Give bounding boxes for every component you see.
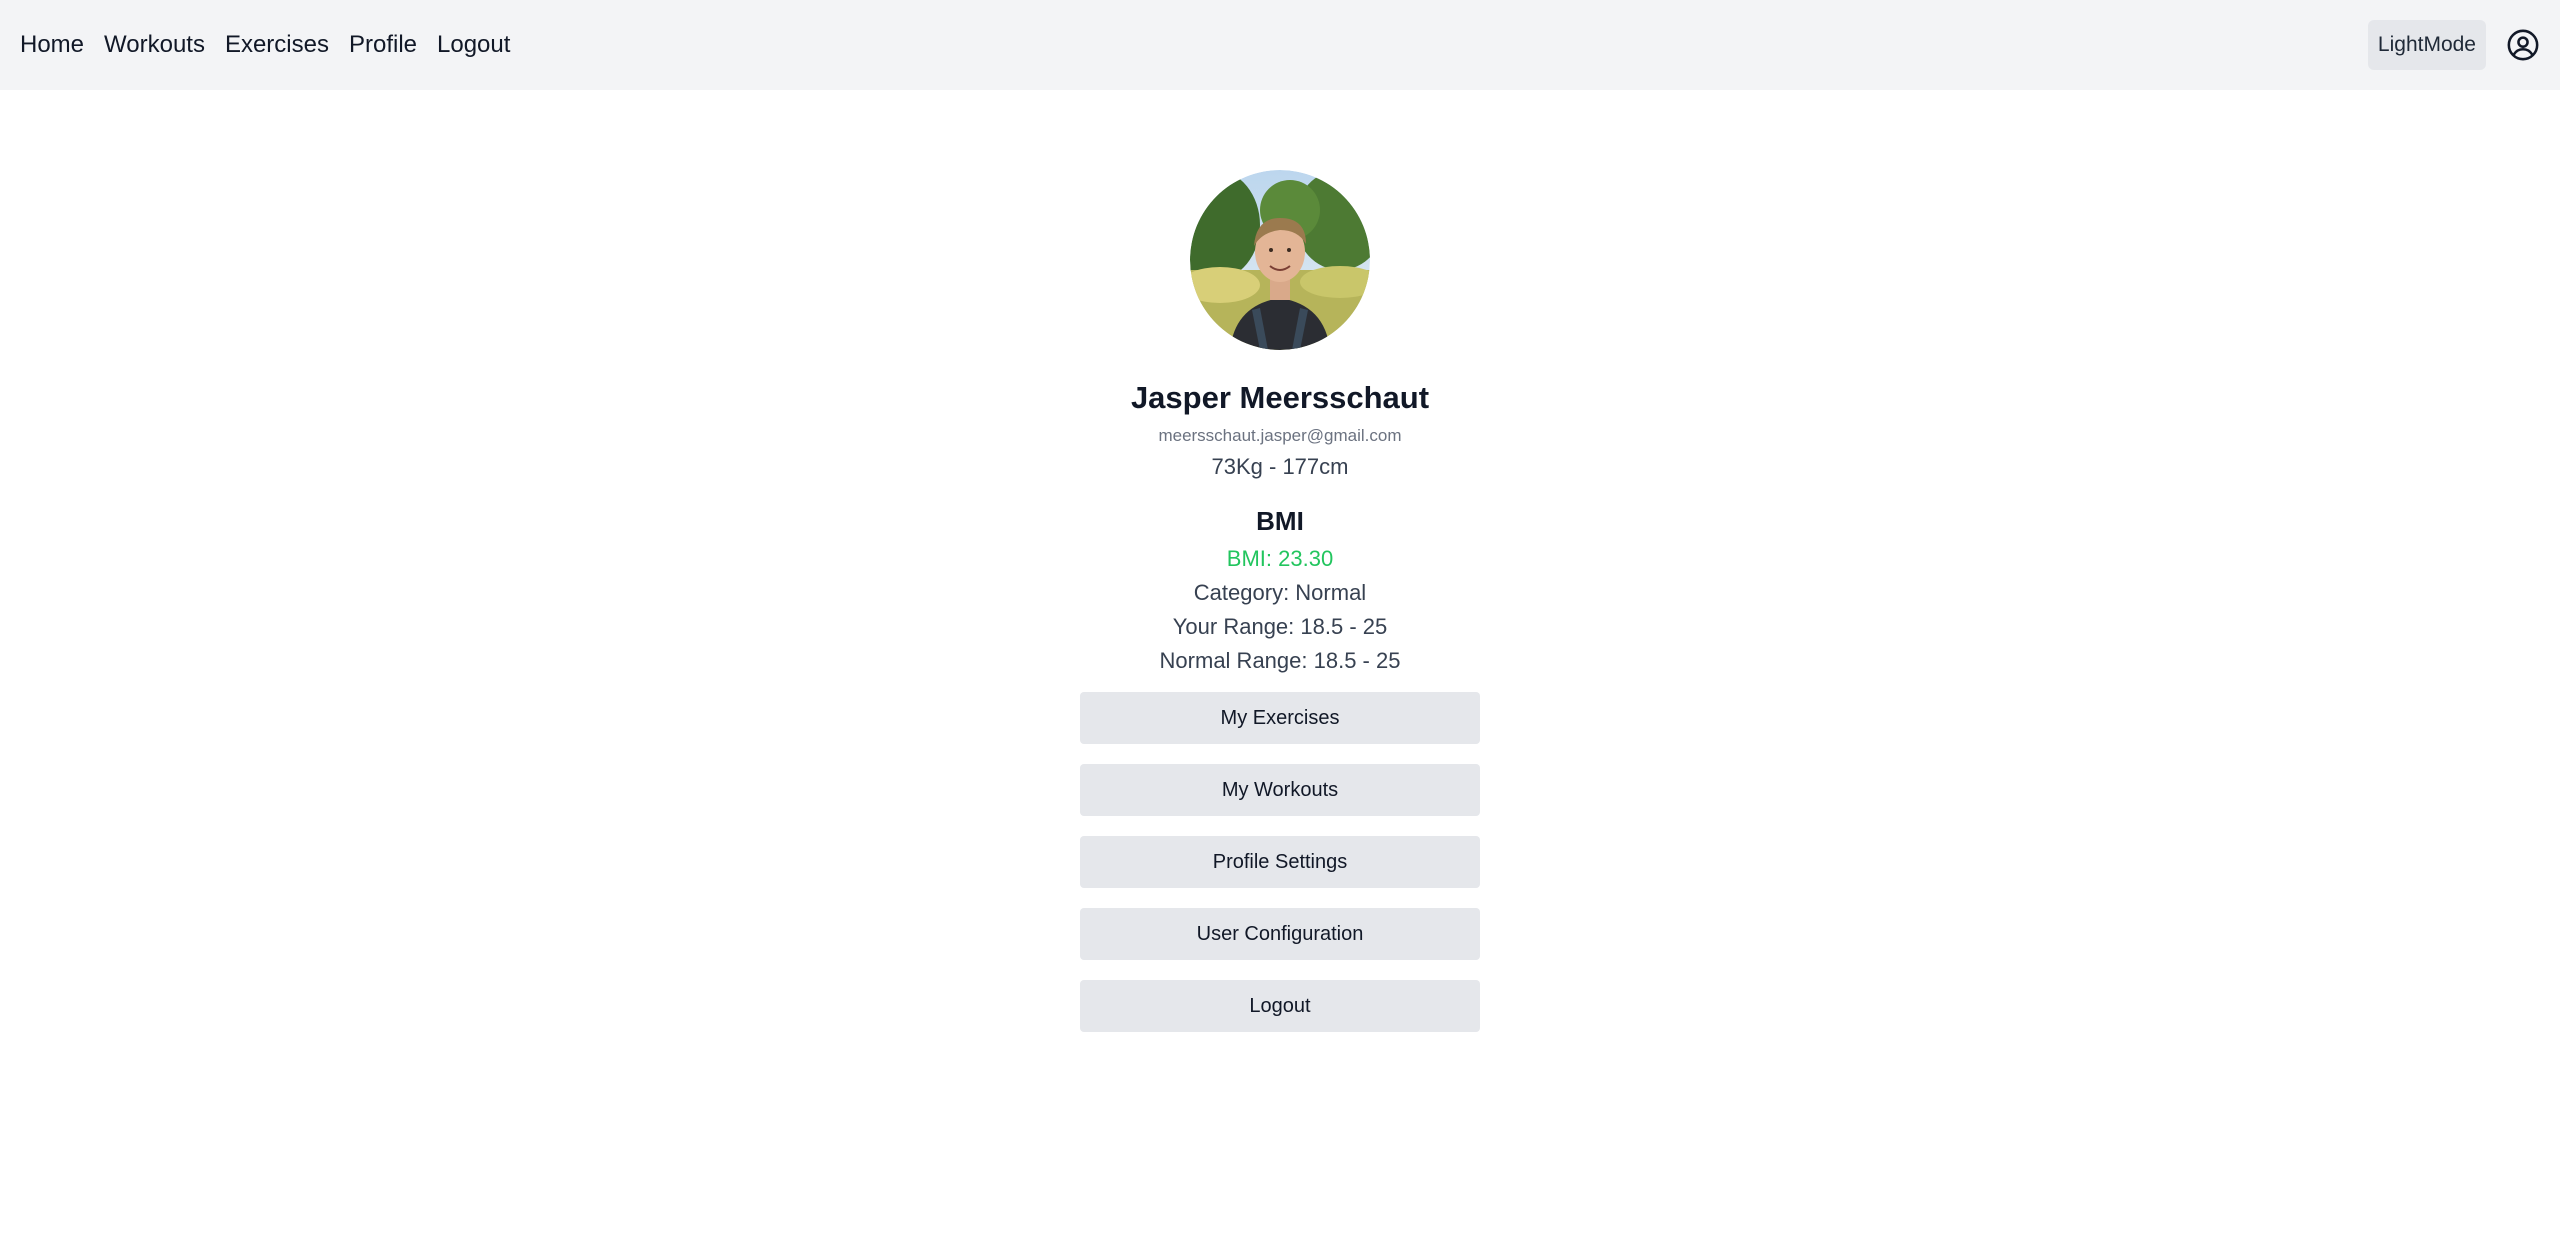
my-workouts-button[interactable]: My Workouts — [1080, 764, 1480, 816]
user-configuration-button[interactable]: User Configuration — [1080, 908, 1480, 960]
logout-button[interactable]: Logout — [1080, 980, 1480, 1032]
bmi-value: BMI: 23.30 — [1226, 546, 1334, 571]
theme-mode-button[interactable]: LightMode — [2367, 20, 2486, 70]
nav-link-profile[interactable]: Profile — [349, 33, 417, 57]
top-navbar: Home Workouts Exercises Profile Logout L… — [0, 0, 2560, 90]
profile-section: Jasper Meersschaut meersschaut.jasper@gm… — [0, 90, 2560, 1052]
bmi-heading: BMI — [1256, 506, 1304, 536]
nav-link-logout[interactable]: Logout — [437, 33, 510, 57]
bmi-category: Category: Normal — [1193, 580, 1367, 605]
nav-links: Home Workouts Exercises Profile Logout — [20, 33, 530, 57]
nav-link-exercises[interactable]: Exercises — [225, 33, 329, 57]
nav-link-workouts[interactable]: Workouts — [104, 33, 205, 57]
nav-link-home[interactable]: Home — [20, 33, 84, 57]
profile-email: meersschaut.jasper@gmail.com — [1158, 426, 1402, 445]
profile-settings-button[interactable]: Profile Settings — [1080, 836, 1480, 888]
profile-name: Jasper Meersschaut — [1130, 380, 1430, 415]
bmi-normal-range: Normal Range: 18.5 - 25 — [1159, 648, 1401, 673]
nav-right-controls: LightMode — [2367, 20, 2540, 70]
profile-actions: My Exercises My Workouts Profile Setting… — [1080, 692, 1480, 1052]
my-exercises-button[interactable]: My Exercises — [1080, 692, 1480, 744]
user-circle-icon[interactable] — [2506, 28, 2540, 62]
bmi-your-range: Your Range: 18.5 - 25 — [1172, 614, 1388, 639]
profile-avatar — [1190, 170, 1370, 350]
profile-weight-height: 73Kg - 177cm — [1211, 454, 1349, 479]
